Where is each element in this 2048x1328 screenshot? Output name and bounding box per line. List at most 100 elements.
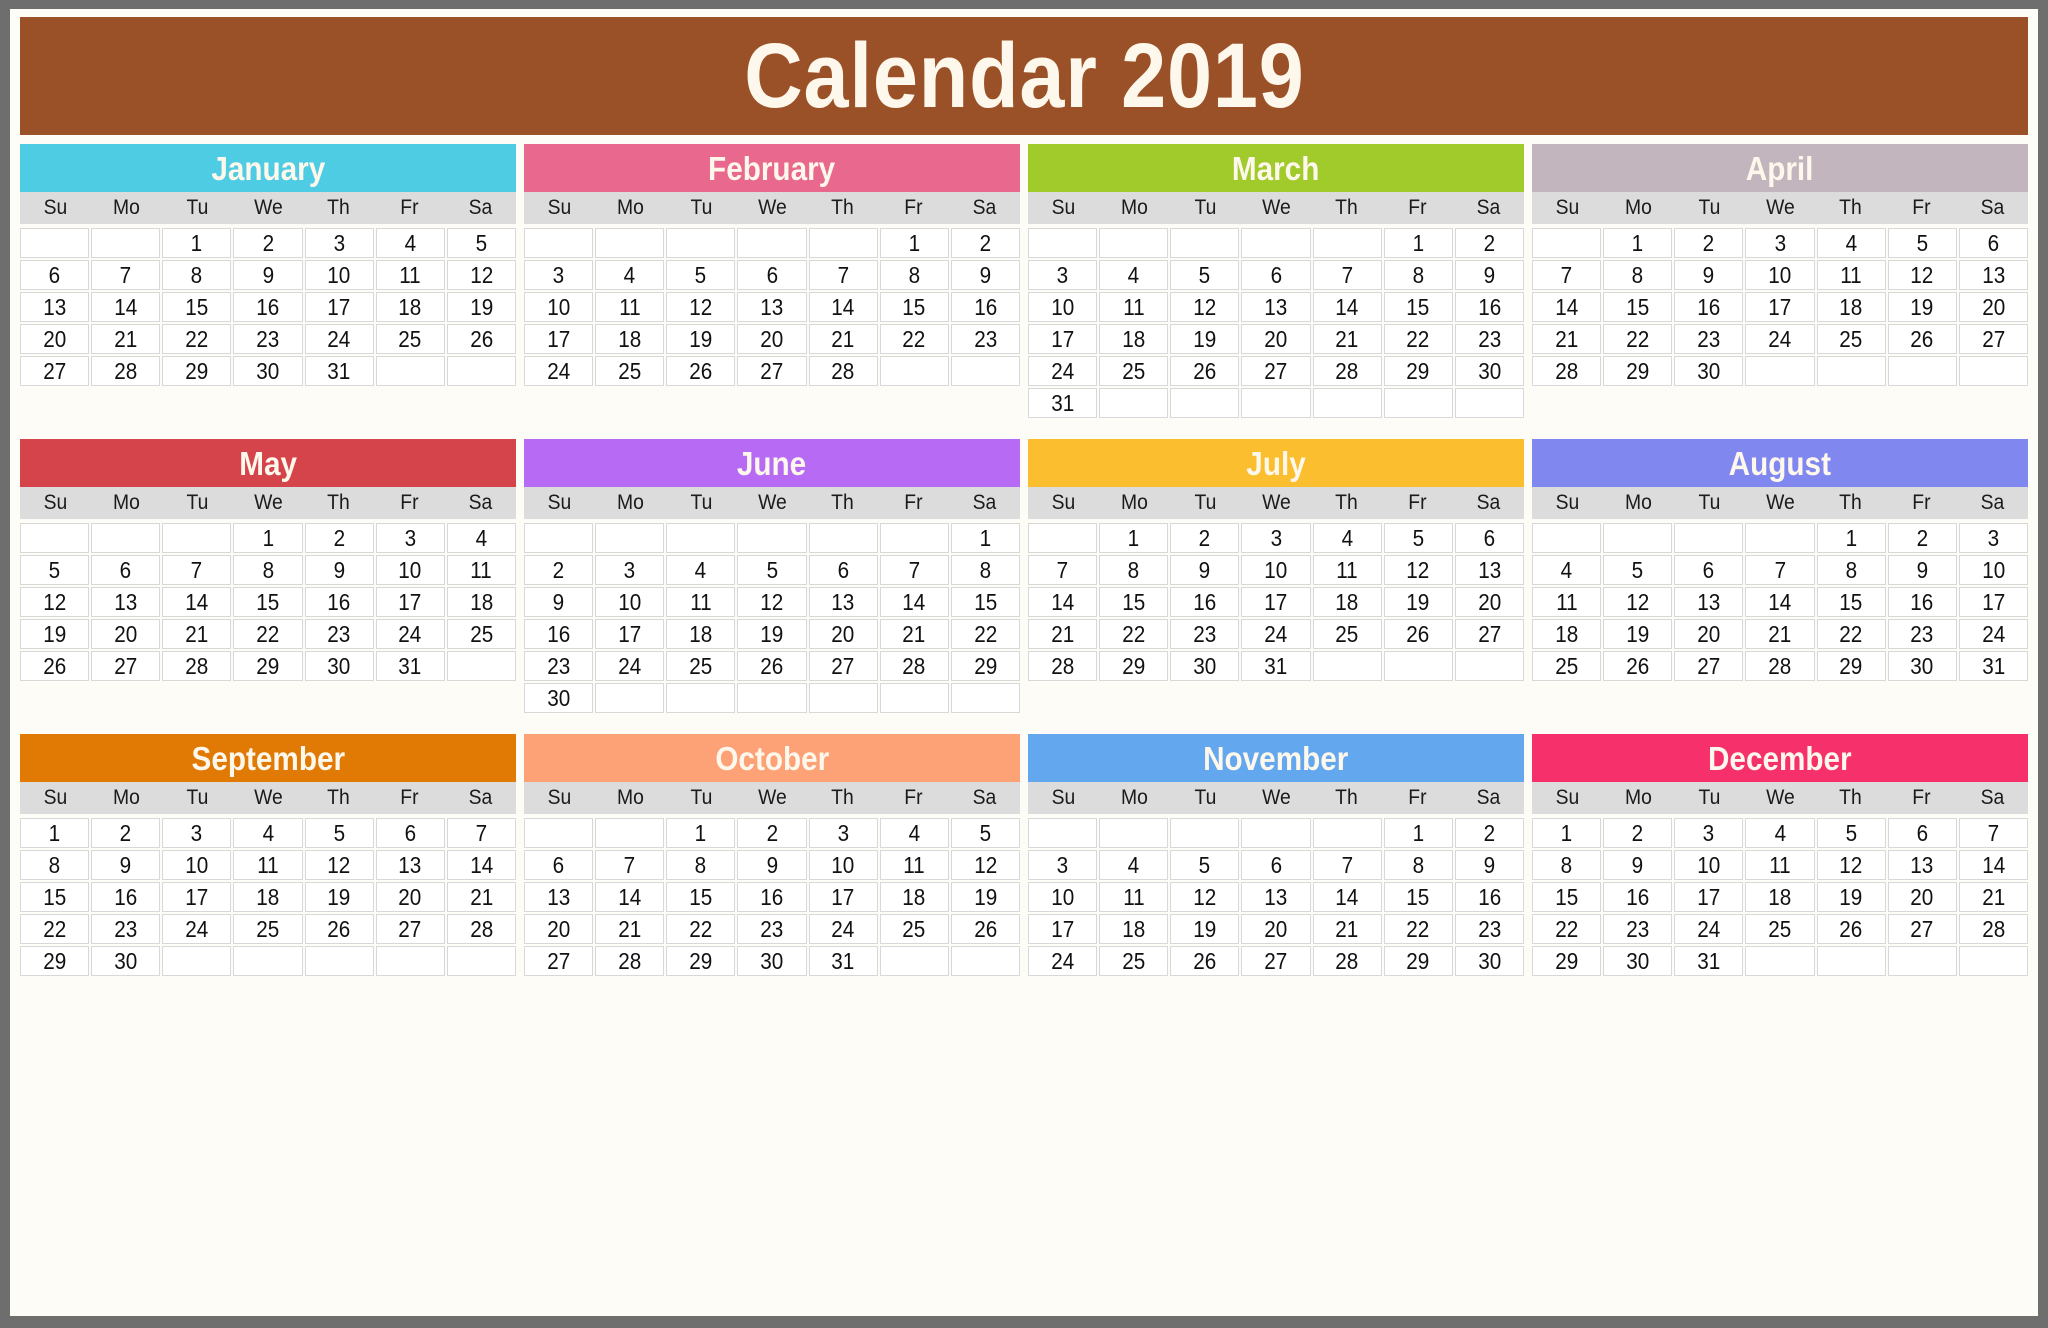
day-cell[interactable]: 24 [524,356,594,386]
day-cell[interactable]: 24 [304,324,374,354]
day-cell[interactable]: 5 [304,818,374,848]
day-cell[interactable]: 17 [1028,324,1098,354]
day-cell[interactable]: 2 [737,818,807,848]
day-cell[interactable]: 4 [1312,523,1382,553]
day-cell[interactable]: 23 [91,914,161,944]
day-cell[interactable]: 23 [1454,324,1524,354]
day-cell[interactable]: 21 [595,914,665,944]
day-cell[interactable]: 30 [233,356,303,386]
day-cell[interactable]: 8 [1099,555,1169,585]
day-cell[interactable]: 13 [91,587,161,617]
day-cell[interactable]: 20 [1674,619,1744,649]
day-cell[interactable]: 23 [950,324,1020,354]
day-cell[interactable]: 3 [1745,228,1815,258]
day-cell[interactable]: 7 [879,555,949,585]
day-cell[interactable]: 8 [1383,850,1453,880]
day-cell[interactable]: 1 [879,228,949,258]
day-cell[interactable]: 6 [808,555,878,585]
day-cell[interactable]: 18 [1099,914,1169,944]
day-cell[interactable]: 19 [1603,619,1673,649]
month-card-january[interactable]: January Su Mo Tu We Th Fr Sa 1 2 3 4 5 6 7 8 9 10 11 12 13 14… [20,144,516,386]
day-cell[interactable]: 14 [1958,850,2028,880]
day-cell[interactable]: 8 [1603,260,1673,290]
day-cell[interactable]: 5 [1816,818,1886,848]
day-cell[interactable]: 23 [1603,914,1673,944]
day-cell[interactable]: 26 [1383,619,1453,649]
month-card-august[interactable]: August Su Mo Tu We Th Fr Sa 1 2 3 4 5 6 7 8 9 10 11 12 13 14 1… [1532,439,2028,681]
day-cell[interactable]: 1 [666,818,736,848]
day-cell[interactable]: 31 [1674,946,1744,976]
day-cell[interactable]: 29 [1816,651,1886,681]
day-cell[interactable]: 3 [1958,523,2028,553]
day-cell[interactable]: 16 [1887,587,1957,617]
day-cell[interactable]: 28 [808,356,878,386]
day-cell[interactable]: 28 [1958,914,2028,944]
day-cell[interactable]: 15 [1816,587,1886,617]
day-cell[interactable]: 13 [737,292,807,322]
day-cell[interactable]: 22 [879,324,949,354]
day-cell[interactable]: 15 [162,292,232,322]
day-cell[interactable]: 13 [20,292,90,322]
day-cell[interactable]: 4 [375,228,445,258]
day-cell[interactable]: 18 [595,324,665,354]
day-cell[interactable]: 31 [1241,651,1311,681]
day-cell[interactable]: 13 [1241,292,1311,322]
day-cell[interactable]: 17 [1028,914,1098,944]
day-cell[interactable]: 5 [1170,850,1240,880]
day-cell[interactable]: 2 [524,555,594,585]
day-cell[interactable]: 10 [375,555,445,585]
day-cell[interactable]: 17 [162,882,232,912]
day-cell[interactable]: 12 [737,587,807,617]
day-cell[interactable]: 1 [1099,523,1169,553]
day-cell[interactable]: 4 [879,818,949,848]
day-cell[interactable]: 28 [91,356,161,386]
day-cell[interactable]: 14 [446,850,516,880]
day-cell[interactable]: 11 [1312,555,1382,585]
day-cell[interactable]: 25 [233,914,303,944]
day-cell[interactable]: 13 [524,882,594,912]
day-cell[interactable]: 17 [808,882,878,912]
day-cell[interactable]: 24 [1241,619,1311,649]
day-cell[interactable]: 4 [446,523,516,553]
day-cell[interactable]: 26 [737,651,807,681]
day-cell[interactable]: 20 [1454,587,1524,617]
day-cell[interactable]: 20 [737,324,807,354]
day-cell[interactable]: 31 [1958,651,2028,681]
day-cell[interactable]: 26 [304,914,374,944]
day-cell[interactable]: 21 [1532,324,1602,354]
day-cell[interactable]: 17 [524,324,594,354]
day-cell[interactable]: 4 [666,555,736,585]
day-cell[interactable]: 11 [666,587,736,617]
day-cell[interactable]: 10 [524,292,594,322]
day-cell[interactable]: 10 [1028,882,1098,912]
month-card-december[interactable]: December Su Mo Tu We Th Fr Sa 1 2 3 4 5 6 7 8 9 10 11 12 13 1… [1532,734,2028,976]
day-cell[interactable]: 22 [1383,324,1453,354]
day-cell[interactable]: 10 [1674,850,1744,880]
day-cell[interactable]: 9 [950,260,1020,290]
day-cell[interactable]: 20 [808,619,878,649]
day-cell[interactable]: 14 [91,292,161,322]
day-cell[interactable]: 27 [375,914,445,944]
day-cell[interactable]: 5 [20,555,90,585]
day-cell[interactable]: 28 [595,946,665,976]
day-cell[interactable]: 7 [1958,818,2028,848]
day-cell[interactable]: 10 [304,260,374,290]
day-cell[interactable]: 10 [1028,292,1098,322]
month-card-september[interactable]: September Su Mo Tu We Th Fr Sa 1 2 3 4 5 6 7 8 9 10 11 12 13… [20,734,516,976]
day-cell[interactable]: 13 [1887,850,1957,880]
day-cell[interactable]: 7 [595,850,665,880]
day-cell[interactable]: 25 [666,651,736,681]
day-cell[interactable]: 20 [375,882,445,912]
day-cell[interactable]: 14 [1028,587,1098,617]
day-cell[interactable]: 19 [1816,882,1886,912]
day-cell[interactable]: 14 [1312,292,1382,322]
day-cell[interactable]: 21 [1312,914,1382,944]
day-cell[interactable]: 18 [233,882,303,912]
day-cell[interactable]: 8 [1532,850,1602,880]
day-cell[interactable]: 2 [1170,523,1240,553]
day-cell[interactable]: 6 [20,260,90,290]
day-cell[interactable]: 12 [1816,850,1886,880]
day-cell[interactable]: 19 [304,882,374,912]
day-cell[interactable]: 9 [91,850,161,880]
day-cell[interactable]: 26 [1816,914,1886,944]
